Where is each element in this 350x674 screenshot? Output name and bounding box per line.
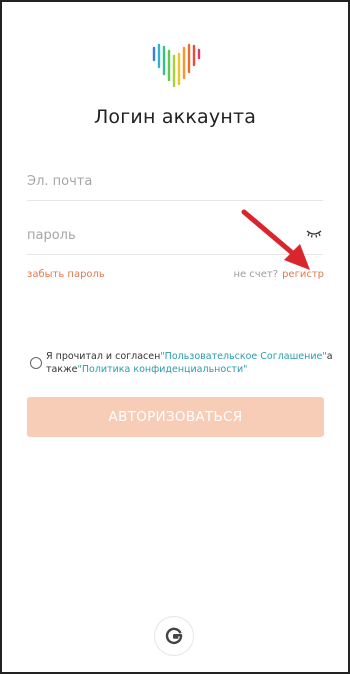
agreement-row: Я прочитал и согласен"Пользовательское С… <box>30 350 333 380</box>
google-icon <box>165 627 183 645</box>
agreement-radio[interactable] <box>30 357 42 369</box>
privacy-policy-link[interactable]: "Политика конфиденциальности" <box>78 364 248 375</box>
user-agreement-link[interactable]: "Пользовательское Соглашение" <box>160 351 326 362</box>
email-field-row <box>27 166 323 201</box>
password-input[interactable] <box>27 220 287 250</box>
eye-closed-icon[interactable] <box>305 226 323 240</box>
google-login-button[interactable] <box>154 616 194 656</box>
register-link[interactable]: регистр <box>282 269 324 280</box>
heart-waveform-logo <box>152 43 201 88</box>
login-button[interactable]: АВТОРИЗОВАТЬСЯ <box>27 397 324 437</box>
no-account-label: не счет? <box>233 269 278 280</box>
agreement-text: Я прочитал и согласен"Пользовательское С… <box>46 350 336 376</box>
email-input[interactable] <box>27 166 287 196</box>
login-screen: Логин аккаунта забыть пароль не счет? ре… <box>0 0 350 674</box>
page-title: Логин аккаунта <box>93 106 257 128</box>
password-field-row <box>27 220 323 255</box>
forgot-password-link[interactable]: забыть пароль <box>27 269 105 280</box>
agreement-prefix: Я прочитал и согласен <box>46 351 161 362</box>
